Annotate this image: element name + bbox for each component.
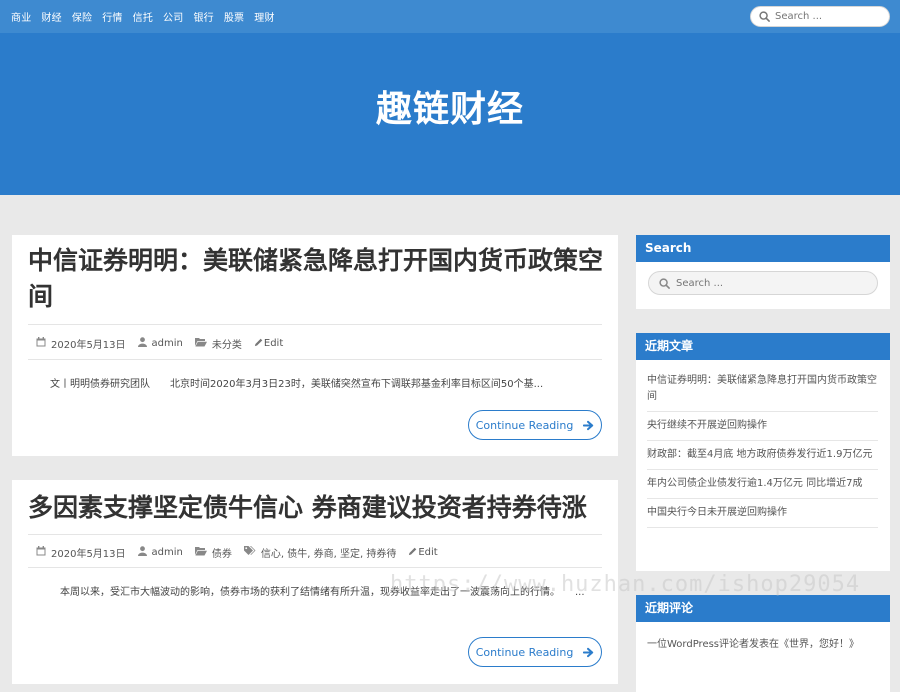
post-edit-link[interactable]: Edit [264,338,283,349]
nav-item-business[interactable]: 商业 [11,9,31,24]
calendar-icon [36,546,46,559]
post-excerpt: 本周以来，受汇市大幅波动的影响，债券市场的获利了结情绪有所升温，现券收益率走出了… [60,587,585,598]
post-tags[interactable]: 信心, 债牛, 券商, 坚定, 持券待 [261,545,396,560]
divider [28,324,602,325]
post-category[interactable]: 未分类 [212,336,242,351]
nav-item-insurance[interactable]: 保险 [72,9,92,24]
sidebar-search-box[interactable] [648,271,878,295]
divider [28,567,602,568]
sidebar-search-input[interactable] [676,277,856,289]
post-card: 中信证券明明：美联储紧急降息打开国内货币政策空间 2020年5月13日 admi… [12,235,618,456]
recent-post-link[interactable]: 央行继续不开展逆回购操作 [647,412,878,441]
post-author[interactable]: admin [152,338,183,349]
recent-comments-widget: 近期评论 一位WordPress评论者发表在《世界，您好！》 [636,595,890,692]
post-date[interactable]: 2020年5月13日 [51,336,126,351]
site-title[interactable]: 趣链财经 [0,80,900,132]
arrow-right-icon [583,647,594,658]
nav-item-stocks[interactable]: 股票 [224,9,244,24]
post-edit-link[interactable]: Edit [418,547,437,558]
post-card: 多因素支撑坚定债牛信心 券商建议投资者持券待涨 2020年5月13日 admin… [12,480,618,684]
recent-comment-link[interactable]: 一位WordPress评论者发表在《世界，您好！》 [647,637,878,653]
recent-post-link[interactable]: 财政部：截至4月底 地方政府债券发行近1.9万亿元 [647,441,878,470]
user-icon [137,337,147,350]
nav-item-finance[interactable]: 财经 [41,9,61,24]
recent-post-link[interactable]: 年内公司债企业债发行逾1.4万亿元 同比增近7成 [647,470,878,499]
post-meta: 2020年5月13日 admin 债券 信心, 债牛, 券商, 坚定, 持券待 … [36,545,438,560]
post-date[interactable]: 2020年5月13日 [51,545,126,560]
header-search-input[interactable] [775,11,875,22]
post-excerpt: 文丨明明债券研究团队 北京时间2020年3月3日23时，美联储突然宣布下调联邦基… [50,379,544,390]
nav-item-trust[interactable]: 信托 [133,9,153,24]
nav-item-company[interactable]: 公司 [163,9,183,24]
folder-icon [194,546,207,559]
post-author[interactable]: admin [152,547,183,558]
continue-reading-label: Continue Reading [475,418,574,432]
widget-title: Search [636,235,890,262]
user-icon [137,546,147,559]
search-icon [659,274,670,293]
nav-item-market[interactable]: 行情 [102,9,122,24]
divider [28,359,602,360]
top-navigation-bar: 商业 财经 保险 行情 信托 公司 银行 股票 理财 [0,0,900,33]
recent-post-link[interactable]: 中国央行今日未开展逆回购操作 [647,499,878,528]
recent-post-link[interactable]: 中信证券明明：美联储紧急降息打开国内货币政策空间 [647,367,878,412]
calendar-icon [36,337,46,350]
widget-title: 近期评论 [636,595,890,622]
main-menu: 商业 财经 保险 行情 信托 公司 银行 股票 理财 [11,0,285,33]
recent-posts-widget: 近期文章 中信证券明明：美联储紧急降息打开国内货币政策空间 央行继续不开展逆回购… [636,333,890,571]
post-meta: 2020年5月13日 admin 未分类 Edit [36,336,283,351]
nav-item-wealth[interactable]: 理财 [254,9,274,24]
continue-reading-button[interactable]: Continue Reading [468,637,602,667]
continue-reading-label: Continue Reading [475,645,574,659]
divider [28,534,602,535]
header-search-box[interactable] [750,6,890,27]
post-category[interactable]: 债券 [212,545,232,560]
recent-posts-list: 中信证券明明：美联储紧急降息打开国内货币政策空间 央行继续不开展逆回购操作 财政… [647,367,878,528]
search-widget: Search [636,235,890,309]
tags-icon [243,546,256,559]
post-title[interactable]: 中信证券明明：美联储紧急降息打开国内货币政策空间 [28,243,608,315]
arrow-right-icon [583,420,594,431]
search-icon [759,7,770,26]
continue-reading-button[interactable]: Continue Reading [468,410,602,440]
pencil-icon [408,547,417,559]
folder-icon [194,337,207,350]
post-title[interactable]: 多因素支撑坚定债牛信心 券商建议投资者持券待涨 [28,490,608,526]
nav-item-bank[interactable]: 银行 [193,9,213,24]
pencil-icon [254,338,263,350]
widget-title: 近期文章 [636,333,890,360]
